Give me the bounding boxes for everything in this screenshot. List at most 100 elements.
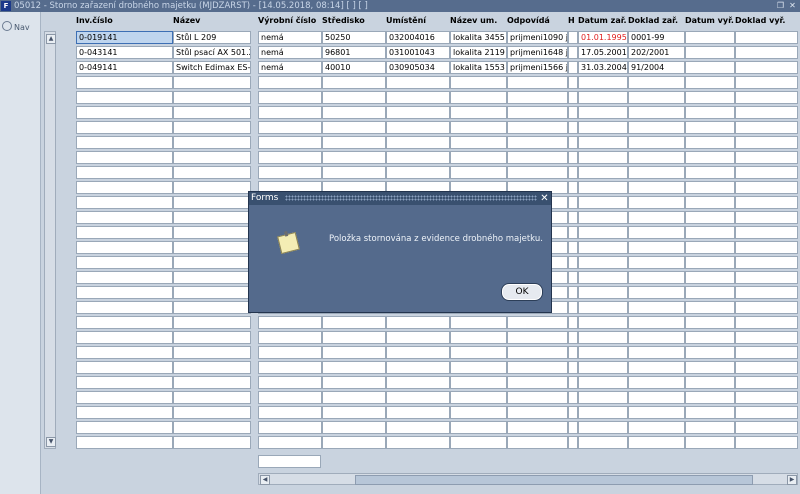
empty-table-cell[interactable] xyxy=(386,106,450,119)
empty-table-cell[interactable] xyxy=(258,346,322,359)
table-cell[interactable]: Stůl psací AX 501.2 xyxy=(173,46,251,59)
empty-table-cell[interactable] xyxy=(450,376,507,389)
empty-table-cell[interactable] xyxy=(628,361,685,374)
table-cell[interactable]: lokalita 1553 xyxy=(450,61,507,74)
empty-table-cell[interactable] xyxy=(685,106,735,119)
empty-table-cell[interactable] xyxy=(507,346,568,359)
empty-table-cell[interactable] xyxy=(258,151,322,164)
empty-table-cell[interactable] xyxy=(685,346,735,359)
empty-table-cell[interactable] xyxy=(258,121,322,134)
restore-window-icon[interactable]: ❐ xyxy=(776,1,785,10)
table-cell[interactable] xyxy=(568,31,578,44)
empty-table-cell[interactable] xyxy=(76,136,173,149)
empty-table-cell[interactable] xyxy=(735,226,798,239)
close-icon[interactable]: ✕ xyxy=(539,192,550,205)
table-cell[interactable]: 0001-99 xyxy=(628,31,685,44)
table-cell[interactable]: 0-049141 xyxy=(76,61,173,74)
table-cell[interactable] xyxy=(685,31,735,44)
empty-table-cell[interactable] xyxy=(173,196,251,209)
empty-table-cell[interactable] xyxy=(628,181,685,194)
empty-table-cell[interactable] xyxy=(578,421,628,434)
empty-table-cell[interactable] xyxy=(258,406,322,419)
empty-table-cell[interactable] xyxy=(735,436,798,449)
empty-table-cell[interactable] xyxy=(507,136,568,149)
close-window-icon[interactable]: ✕ xyxy=(788,1,797,10)
table-cell[interactable]: nemá xyxy=(258,61,322,74)
empty-table-cell[interactable] xyxy=(735,136,798,149)
empty-table-cell[interactable] xyxy=(450,421,507,434)
empty-table-cell[interactable] xyxy=(735,391,798,404)
empty-table-cell[interactable] xyxy=(173,121,251,134)
empty-table-cell[interactable] xyxy=(258,316,322,329)
empty-table-cell[interactable] xyxy=(507,421,568,434)
empty-table-cell[interactable] xyxy=(76,406,173,419)
empty-table-cell[interactable] xyxy=(578,151,628,164)
empty-table-cell[interactable] xyxy=(578,136,628,149)
empty-table-cell[interactable] xyxy=(507,166,568,179)
empty-table-cell[interactable] xyxy=(450,151,507,164)
table-cell[interactable]: lokalita 3455 xyxy=(450,31,507,44)
empty-table-cell[interactable] xyxy=(685,196,735,209)
empty-table-cell[interactable] xyxy=(386,376,450,389)
empty-table-cell[interactable] xyxy=(578,196,628,209)
empty-table-cell[interactable] xyxy=(685,436,735,449)
empty-table-cell[interactable] xyxy=(173,301,251,314)
empty-table-cell[interactable] xyxy=(76,301,173,314)
empty-table-cell[interactable] xyxy=(685,421,735,434)
empty-table-cell[interactable] xyxy=(685,211,735,224)
empty-table-cell[interactable] xyxy=(735,301,798,314)
empty-table-cell[interactable] xyxy=(258,166,322,179)
empty-table-cell[interactable] xyxy=(76,361,173,374)
empty-table-cell[interactable] xyxy=(735,181,798,194)
empty-table-cell[interactable] xyxy=(578,346,628,359)
empty-table-cell[interactable] xyxy=(628,331,685,344)
empty-table-cell[interactable] xyxy=(628,76,685,89)
empty-table-cell[interactable] xyxy=(76,271,173,284)
empty-table-cell[interactable] xyxy=(568,286,578,299)
empty-table-cell[interactable] xyxy=(578,166,628,179)
empty-table-cell[interactable] xyxy=(735,151,798,164)
empty-table-cell[interactable] xyxy=(578,211,628,224)
empty-table-cell[interactable] xyxy=(735,241,798,254)
table-cell[interactable] xyxy=(735,46,798,59)
empty-table-cell[interactable] xyxy=(173,226,251,239)
empty-table-cell[interactable] xyxy=(76,241,173,254)
empty-table-cell[interactable] xyxy=(322,121,386,134)
empty-table-cell[interactable] xyxy=(258,76,322,89)
empty-table-cell[interactable] xyxy=(173,241,251,254)
empty-table-cell[interactable] xyxy=(76,391,173,404)
empty-table-cell[interactable] xyxy=(322,421,386,434)
empty-table-cell[interactable] xyxy=(322,391,386,404)
empty-table-cell[interactable] xyxy=(450,331,507,344)
table-cell[interactable]: nemá xyxy=(258,31,322,44)
empty-table-cell[interactable] xyxy=(450,121,507,134)
empty-table-cell[interactable] xyxy=(386,166,450,179)
empty-table-cell[interactable] xyxy=(628,136,685,149)
empty-table-cell[interactable] xyxy=(507,151,568,164)
empty-table-cell[interactable] xyxy=(568,121,578,134)
empty-table-cell[interactable] xyxy=(578,121,628,134)
empty-table-cell[interactable] xyxy=(450,166,507,179)
empty-table-cell[interactable] xyxy=(735,91,798,104)
empty-table-cell[interactable] xyxy=(76,196,173,209)
empty-table-cell[interactable] xyxy=(628,106,685,119)
empty-table-cell[interactable] xyxy=(386,91,450,104)
table-cell[interactable]: lokalita 2119 xyxy=(450,46,507,59)
empty-table-cell[interactable] xyxy=(628,226,685,239)
empty-table-cell[interactable] xyxy=(258,391,322,404)
empty-table-cell[interactable] xyxy=(578,286,628,299)
empty-table-cell[interactable] xyxy=(628,196,685,209)
empty-table-cell[interactable] xyxy=(628,346,685,359)
table-cell[interactable]: prijmeni1090 jm xyxy=(507,31,568,44)
table-cell[interactable] xyxy=(568,46,578,59)
empty-table-cell[interactable] xyxy=(735,421,798,434)
horizontal-scroll-thumb[interactable] xyxy=(355,475,753,485)
empty-table-cell[interactable] xyxy=(173,331,251,344)
empty-table-cell[interactable] xyxy=(578,361,628,374)
empty-table-cell[interactable] xyxy=(386,421,450,434)
empty-table-cell[interactable] xyxy=(685,271,735,284)
scroll-up-icon[interactable]: ▲ xyxy=(46,34,56,44)
empty-table-cell[interactable] xyxy=(685,361,735,374)
empty-table-cell[interactable] xyxy=(568,406,578,419)
empty-table-cell[interactable] xyxy=(568,346,578,359)
